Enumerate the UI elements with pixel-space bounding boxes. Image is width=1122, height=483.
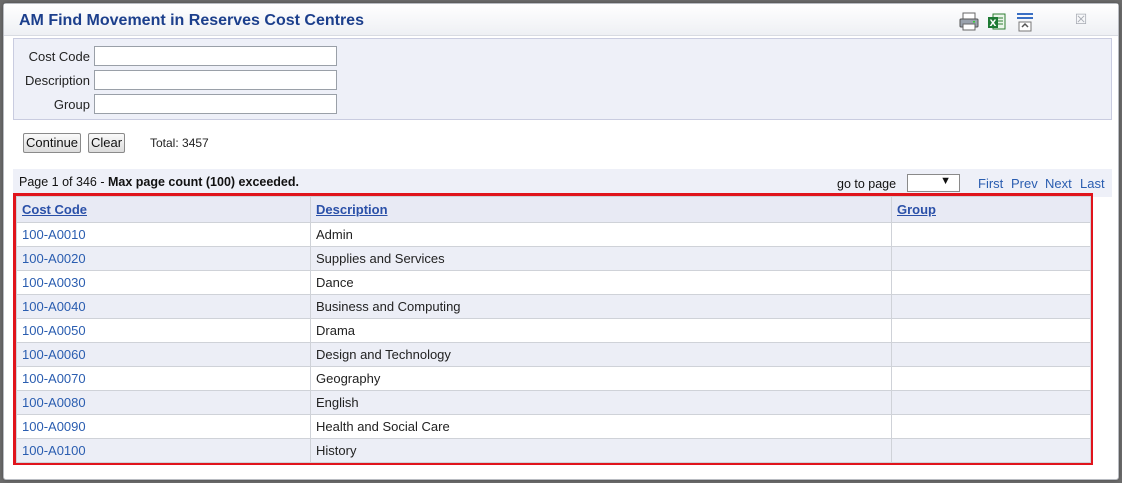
- cost-code-link[interactable]: 100-A0090: [22, 419, 86, 434]
- group-cell: [891, 342, 1091, 367]
- group-cell: [891, 414, 1091, 439]
- dialog-title: AM Find Movement in Reserves Cost Centre…: [19, 12, 364, 29]
- table-row[interactable]: 100-A0020 Supplies and Services: [16, 246, 1091, 271]
- group-cell: [891, 246, 1091, 271]
- cost-code-link[interactable]: 100-A0080: [22, 395, 86, 410]
- description-cell: Admin: [310, 222, 892, 247]
- description-cell: Design and Technology: [310, 342, 892, 367]
- description-cell: History: [310, 438, 892, 463]
- group-cell: [891, 222, 1091, 247]
- description-cell: Drama: [310, 318, 892, 343]
- cost-code-input[interactable]: [94, 46, 337, 66]
- find-dialog: AM Find Movement in Reserves Cost Centre…: [3, 3, 1119, 480]
- table-row[interactable]: 100-A0090 Health and Social Care: [16, 414, 1091, 439]
- description-cell: Dance: [310, 270, 892, 295]
- table-row[interactable]: 100-A0060 Design and Technology: [16, 342, 1091, 367]
- clear-button[interactable]: Clear: [88, 133, 126, 153]
- svg-text:X: X: [990, 19, 997, 29]
- next-page-link[interactable]: Next: [1045, 176, 1072, 191]
- table-row[interactable]: 100-A0100 History: [16, 438, 1091, 463]
- close-icon[interactable]: ☒: [1072, 10, 1090, 28]
- excel-export-icon[interactable]: X: [986, 11, 1008, 33]
- description-cell: Supplies and Services: [310, 246, 892, 271]
- cost-code-link[interactable]: 100-A0010: [22, 227, 86, 242]
- table-row[interactable]: 100-A0030 Dance: [16, 270, 1091, 295]
- goto-page-label: go to page: [837, 177, 897, 191]
- cost-code-link[interactable]: 100-A0040: [22, 299, 86, 314]
- print-icon[interactable]: [958, 11, 980, 33]
- cost-code-link[interactable]: 100-A0070: [22, 371, 86, 386]
- description-cell: Health and Social Care: [310, 414, 892, 439]
- results-table: Cost Code Description Group 100-A0010 Ad…: [16, 196, 1091, 463]
- column-header-cost-code[interactable]: Cost Code: [16, 196, 311, 223]
- description-cell: Geography: [310, 366, 892, 391]
- goto-page-select[interactable]: ▼: [907, 174, 960, 192]
- max-page-warning: Max page count (100) exceeded.: [107, 175, 299, 189]
- group-cell: [891, 318, 1091, 343]
- description-input[interactable]: [94, 70, 337, 90]
- dropdown-arrow-icon: ▼: [940, 175, 951, 187]
- column-header-description[interactable]: Description: [310, 196, 892, 223]
- continue-button[interactable]: Continue: [23, 133, 82, 153]
- cost-code-link[interactable]: 100-A0100: [22, 443, 86, 458]
- group-cell: [891, 438, 1091, 463]
- cost-code-link[interactable]: 100-A0060: [22, 347, 86, 362]
- group-cell: [891, 390, 1091, 415]
- group-input[interactable]: [94, 94, 337, 114]
- collapse-criteria-icon[interactable]: [1014, 11, 1036, 33]
- description-cell: English: [310, 390, 892, 415]
- dialog-titlebar: AM Find Movement in Reserves Cost Centre…: [4, 4, 1118, 36]
- page-position: Page 1 of 346 -: [19, 175, 108, 189]
- results-grid-highlight: Cost Code Description Group 100-A0010 Ad…: [13, 193, 1093, 465]
- table-row[interactable]: 100-A0070 Geography: [16, 366, 1091, 391]
- total-count: Total: 3457: [150, 136, 209, 150]
- prev-page-link[interactable]: Prev: [1011, 176, 1038, 191]
- description-label: Description: [24, 73, 90, 88]
- column-header-group[interactable]: Group: [891, 196, 1091, 223]
- description-cell: Business and Computing: [310, 294, 892, 319]
- cost-code-link[interactable]: 100-A0020: [22, 251, 86, 266]
- cost-code-label: Cost Code: [28, 49, 90, 64]
- group-cell: [891, 366, 1091, 391]
- table-row[interactable]: 100-A0040 Business and Computing: [16, 294, 1091, 319]
- search-criteria-panel: Cost Code Description Group: [13, 38, 1112, 120]
- cost-code-link[interactable]: 100-A0050: [22, 323, 86, 338]
- last-page-link[interactable]: Last: [1080, 176, 1105, 191]
- table-row[interactable]: 100-A0010 Admin: [16, 222, 1091, 247]
- first-page-link[interactable]: First: [978, 176, 1003, 191]
- page-info: Page 1 of 346 - Max page count (100) exc…: [19, 175, 299, 189]
- table-row[interactable]: 100-A0080 English: [16, 390, 1091, 415]
- table-header-row: Cost Code Description Group: [16, 196, 1091, 223]
- cost-code-link[interactable]: 100-A0030: [22, 275, 86, 290]
- table-row[interactable]: 100-A0050 Drama: [16, 318, 1091, 343]
- group-label: Group: [53, 97, 90, 112]
- group-cell: [891, 294, 1091, 319]
- group-cell: [891, 270, 1091, 295]
